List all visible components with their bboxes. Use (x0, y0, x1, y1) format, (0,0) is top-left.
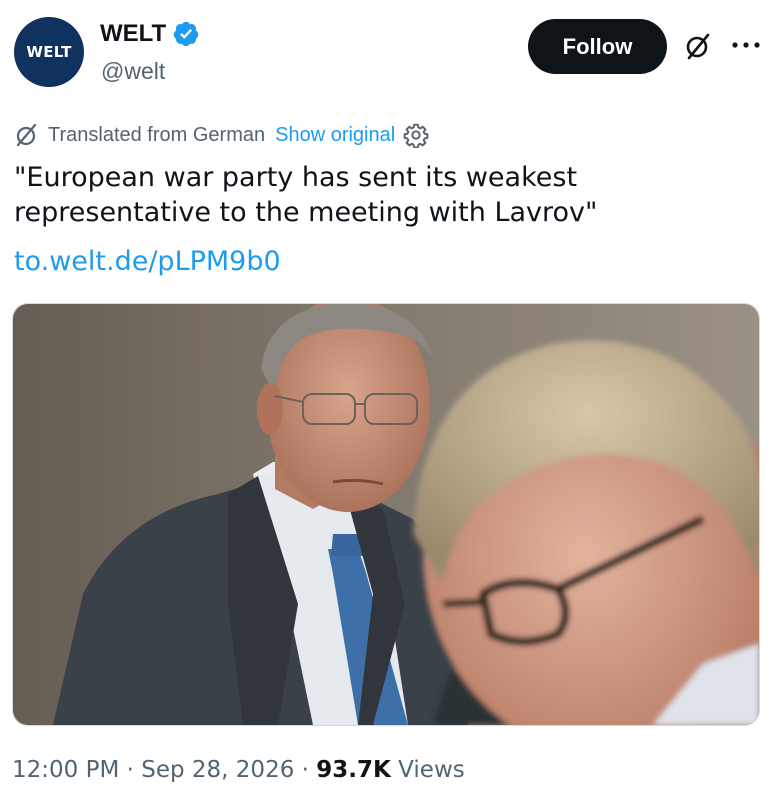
meta-separator: · (126, 757, 134, 783)
translated-label: Translated from German (48, 123, 266, 146)
meta-separator-2: · (301, 757, 309, 783)
views-count: 93.7K (316, 757, 391, 783)
tweet-photo[interactable] (12, 303, 760, 726)
views-label: Views (398, 757, 465, 783)
tweet-meta: 12:00 PM · Sep 28, 2026 · 93.7K Views (12, 757, 465, 783)
photo-image (13, 304, 759, 725)
more-dots-icon[interactable] (731, 38, 761, 52)
avatar[interactable]: WELT (14, 17, 84, 87)
handle[interactable]: @welt (101, 58, 165, 85)
avatar-logo-text: WELT (26, 43, 72, 61)
gear-icon[interactable] (403, 122, 429, 148)
translation-row: Translated from German Show original (14, 122, 429, 148)
follow-button[interactable]: Follow (528, 19, 667, 74)
tweet-date[interactable]: Sep 28, 2026 (141, 757, 294, 783)
verified-badge-icon (173, 21, 199, 47)
tweet-link[interactable]: to.welt.de/pLPM9b0 (14, 246, 281, 277)
tweet-time[interactable]: 12:00 PM (12, 757, 119, 783)
grok-icon[interactable] (683, 31, 713, 61)
tweet-card: WELT WELT @welt Follow Translated from G… (0, 0, 773, 800)
show-original-link[interactable]: Show original (275, 124, 395, 147)
display-name[interactable]: WELT (100, 20, 166, 48)
author-name-row: WELT (100, 20, 200, 48)
tweet-text: "European war party has sent its weakest… (14, 162, 598, 228)
grok-translate-icon (16, 123, 37, 147)
